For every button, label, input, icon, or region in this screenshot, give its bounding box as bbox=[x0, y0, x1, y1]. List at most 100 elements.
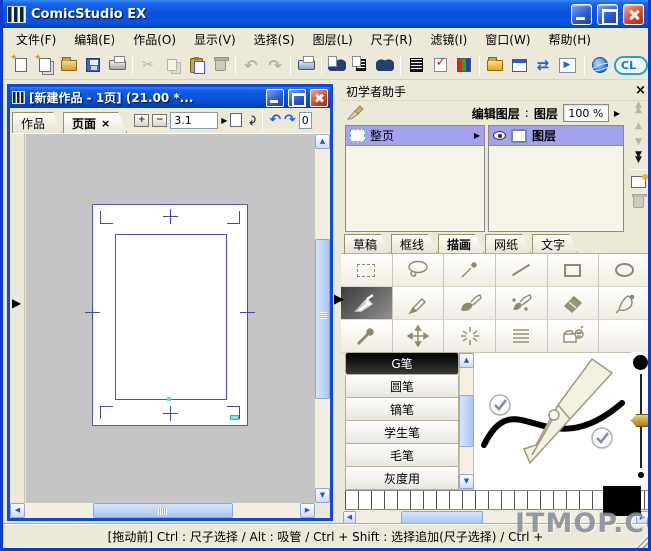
tool-marker[interactable] bbox=[393, 287, 445, 320]
title-bar[interactable]: ComicStudio EX bbox=[3, 0, 648, 28]
tab-drawing[interactable]: 描画 bbox=[438, 234, 484, 253]
scroll-up-button[interactable]: ▲ bbox=[459, 353, 474, 368]
scroll-right-button[interactable]: ▶ bbox=[300, 503, 315, 518]
scroll-down-button[interactable]: ▼ bbox=[459, 474, 474, 489]
rotate-right-icon[interactable]: ↷ bbox=[284, 112, 296, 128]
new-story-button[interactable]: ✦ bbox=[33, 53, 57, 77]
tab-page[interactable]: 页面× bbox=[63, 112, 127, 133]
print-setup-button[interactable] bbox=[105, 53, 129, 77]
menu-filter[interactable]: 滤镜(I) bbox=[421, 28, 476, 51]
opacity-value[interactable]: 100 % bbox=[563, 104, 609, 122]
pen-item-fude[interactable]: 毛笔 bbox=[345, 444, 459, 467]
document-title-bar[interactable]: [新建作品 - 1页] (21.00 *... bbox=[10, 87, 330, 108]
slider-handle[interactable] bbox=[631, 414, 650, 427]
list-item-page[interactable]: 整页 ▶ bbox=[346, 126, 484, 146]
scroll-left-button[interactable]: ◀ bbox=[10, 503, 25, 518]
open-material-button[interactable] bbox=[483, 53, 507, 77]
tab-text[interactable]: 文字 bbox=[532, 234, 578, 253]
pen-list-scrollbar[interactable]: ▲ ▼ bbox=[459, 352, 474, 490]
pen-item-g[interactable]: G笔 bbox=[345, 352, 459, 375]
panel-close-icon[interactable]: × bbox=[633, 83, 648, 98]
doc-maximize-button[interactable] bbox=[288, 89, 306, 107]
tool-parallel-lines[interactable] bbox=[496, 320, 548, 353]
tool-ink[interactable] bbox=[599, 287, 651, 320]
tool-eyedropper[interactable] bbox=[341, 320, 393, 353]
doc-close-button[interactable] bbox=[310, 89, 328, 107]
story-search-button[interactable] bbox=[325, 53, 349, 77]
copy-button[interactable] bbox=[160, 53, 184, 77]
tab-draft[interactable]: 草稿 bbox=[344, 234, 390, 253]
tool-pattern-brush[interactable] bbox=[496, 287, 548, 320]
maximize-button[interactable] bbox=[597, 4, 618, 25]
move-down-button[interactable]: ▼ bbox=[635, 137, 642, 147]
minimize-button[interactable] bbox=[571, 4, 592, 25]
scroll-thumb[interactable] bbox=[459, 395, 474, 447]
tool-material[interactable] bbox=[548, 320, 600, 353]
doc-minimize-button[interactable] bbox=[266, 89, 284, 107]
clip-logo[interactable]: CL bbox=[614, 56, 648, 75]
move-up-button[interactable]: ▲ bbox=[635, 121, 642, 131]
redo-button[interactable]: ↷ bbox=[263, 53, 287, 77]
menu-edit[interactable]: 编辑(E) bbox=[65, 28, 124, 51]
menu-layer[interactable]: 图层(L) bbox=[304, 28, 362, 51]
open-button[interactable] bbox=[57, 53, 81, 77]
pen-item-round[interactable]: 圆笔 bbox=[345, 375, 459, 398]
vertical-scroll-thumb[interactable] bbox=[315, 239, 330, 399]
tool-eraser[interactable] bbox=[548, 287, 600, 320]
tab-frame[interactable]: 框线 bbox=[391, 234, 437, 253]
pen-size-slider[interactable] bbox=[631, 352, 651, 490]
sync-button[interactable]: ⇄ bbox=[531, 53, 555, 77]
remove-page-button[interactable]: − bbox=[152, 114, 167, 127]
tab-story[interactable]: 作品 bbox=[12, 112, 62, 133]
delete-layer-button[interactable] bbox=[633, 196, 644, 208]
window-mode-button[interactable] bbox=[507, 53, 531, 77]
page-list-button[interactable] bbox=[349, 53, 373, 77]
print-button[interactable] bbox=[294, 53, 318, 77]
tool-magic-wand[interactable] bbox=[444, 254, 496, 287]
web-button[interactable] bbox=[588, 53, 612, 77]
rotate-left-icon[interactable]: ↶ bbox=[269, 112, 281, 128]
pen-item-kabura[interactable]: 镝笔 bbox=[345, 398, 459, 421]
vertical-scrollbar[interactable]: ▲ ▼ bbox=[315, 134, 330, 503]
move-bottom-button[interactable]: ▼▼ bbox=[635, 153, 642, 163]
canvas[interactable] bbox=[26, 134, 315, 503]
left-collapse-strip[interactable]: ▶ bbox=[10, 134, 25, 503]
menu-file[interactable]: 文件(F) bbox=[7, 28, 65, 51]
list-view-button[interactable] bbox=[404, 53, 428, 77]
close-button[interactable] bbox=[623, 4, 644, 25]
menu-story[interactable]: 作品(O) bbox=[124, 28, 185, 51]
delete-button[interactable] bbox=[208, 53, 232, 77]
check-button[interactable]: ✓ bbox=[428, 53, 452, 77]
tool-rectangle[interactable] bbox=[548, 254, 600, 287]
expand-left-icon[interactable]: ▶ bbox=[12, 296, 21, 310]
zoom-dropdown-icon[interactable]: ▶ bbox=[221, 116, 227, 125]
paste-button[interactable] bbox=[184, 53, 208, 77]
menu-window[interactable]: 窗口(W) bbox=[476, 28, 539, 51]
comic-page[interactable] bbox=[92, 204, 248, 426]
save-button[interactable] bbox=[81, 53, 105, 77]
pen-item-grayscale[interactable]: 灰度用 bbox=[345, 467, 459, 490]
tool-focus-lines[interactable] bbox=[444, 320, 496, 353]
menu-select[interactable]: 选择(S) bbox=[245, 28, 304, 51]
cut-button[interactable]: ✂ bbox=[136, 53, 160, 77]
tool-marquee[interactable] bbox=[341, 254, 393, 287]
pen-item-school[interactable]: 学生笔 bbox=[345, 421, 459, 444]
undo-button[interactable]: ↶ bbox=[239, 53, 263, 77]
menu-ruler[interactable]: 尺子(R) bbox=[362, 28, 422, 51]
run-button[interactable]: ▶ bbox=[555, 53, 579, 77]
menu-view[interactable]: 显示(V) bbox=[185, 28, 245, 51]
tool-line[interactable] bbox=[496, 254, 548, 287]
visibility-eye-icon[interactable] bbox=[493, 131, 506, 140]
angle-input[interactable]: 0 bbox=[299, 112, 312, 129]
opacity-dropdown-icon[interactable]: ▶ bbox=[614, 109, 620, 118]
page-structure-list[interactable]: 整页 ▶ bbox=[345, 125, 485, 232]
horizontal-scroll-thumb[interactable] bbox=[93, 503, 233, 518]
add-page-button[interactable]: + bbox=[134, 114, 149, 127]
material-search-button[interactable] bbox=[373, 53, 397, 77]
tool-move[interactable] bbox=[393, 320, 445, 353]
scroll-up-button[interactable]: ▲ bbox=[315, 134, 330, 149]
tool-lasso[interactable] bbox=[393, 254, 445, 287]
new-page-icon[interactable] bbox=[230, 113, 242, 127]
resize-grip[interactable] bbox=[315, 503, 330, 518]
move-top-button[interactable]: ▲▲ bbox=[635, 103, 642, 113]
